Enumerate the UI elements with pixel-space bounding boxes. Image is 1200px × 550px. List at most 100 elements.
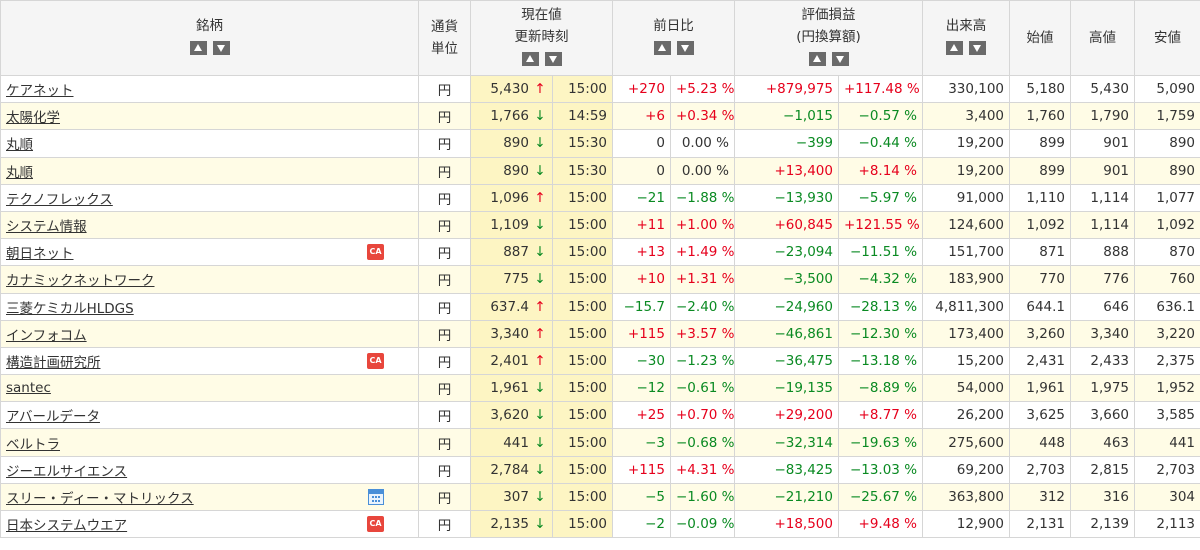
- table-row: 丸順円 890 ↓ 15:30 0 0.00 % +13,400 +8.14 % 19,200 8…: [0, 156, 1200, 185]
- profit-loss-percent-cell: −0.57 %: [837, 102, 924, 131]
- change-percent-cell: +5.23 %: [670, 74, 735, 104]
- stock-name-link[interactable]: アバールデータ: [6, 409, 100, 425]
- sort-desc-button[interactable]: [969, 40, 987, 55]
- arrow-up-icon: ↑: [534, 352, 546, 369]
- stock-name-cell: インフォコム: [0, 319, 419, 348]
- change-cell: +25: [612, 401, 671, 430]
- stock-name-link[interactable]: 朝日ネット: [6, 246, 74, 262]
- arrow-up-icon: ↑: [534, 298, 546, 315]
- high-cell: 776: [1070, 265, 1136, 294]
- change-cell: +115: [612, 319, 671, 348]
- high-cell: 5,430: [1070, 74, 1136, 104]
- update-time-cell: 15:00: [552, 319, 613, 348]
- profit-loss-percent-cell: −0.44 %: [837, 129, 924, 158]
- volume-cell: 275,600: [922, 428, 1011, 457]
- stock-name-link[interactable]: 三菱ケミカルHLDGS: [6, 301, 134, 317]
- change-cell: 0: [612, 156, 671, 185]
- open-cell: 2,131: [1009, 509, 1072, 539]
- update-time-cell: 15:00: [552, 238, 613, 267]
- profit-loss-percent-cell: −19.63 %: [837, 428, 924, 457]
- update-time-cell: 15:00: [552, 509, 613, 539]
- stock-name-link[interactable]: カナミックネットワーク: [6, 273, 155, 289]
- change-cell: −12: [612, 374, 671, 403]
- stock-name-link[interactable]: ジーエルサイエンス: [6, 464, 127, 480]
- stock-name-cell: ケアネット: [0, 74, 419, 104]
- header-volume: 出来高: [922, 0, 1011, 76]
- header-high: 高値: [1070, 0, 1136, 76]
- low-cell: 636.1: [1134, 292, 1200, 321]
- low-cell: 1,092: [1134, 210, 1200, 240]
- volume-cell: 26,200: [922, 401, 1011, 430]
- corporate-action-icon[interactable]: CA: [367, 244, 384, 261]
- price-cell: 307 ↓: [470, 482, 553, 512]
- sort-desc-button[interactable]: [676, 40, 694, 55]
- arrow-down-icon: ↓: [534, 434, 546, 451]
- profit-loss-cell: −1,015: [734, 102, 839, 131]
- table-row: 朝日ネット CA 円 887 ↓ 15:00 +13 +1.49 % −23,094 −11.51…: [0, 238, 1200, 267]
- high-cell: 463: [1070, 428, 1136, 457]
- calendar-icon[interactable]: [368, 488, 384, 505]
- corporate-action-icon[interactable]: CA: [367, 352, 384, 369]
- update-time-cell: 15:00: [552, 455, 613, 484]
- volume-cell: 151,700: [922, 238, 1011, 267]
- stock-name-cell: スリー・ディー・マトリックス: [0, 482, 419, 512]
- table-row: ベルトラ 円 441 ↓ 15:00 −3 −0.68 % −32,314 −19.63 % 27…: [0, 428, 1200, 457]
- price-value: 2,401: [490, 352, 529, 369]
- stock-name-link[interactable]: ケアネット: [6, 83, 74, 99]
- change-cell: +6: [612, 102, 671, 131]
- low-cell: 890: [1134, 129, 1200, 158]
- open-cell: 1,760: [1009, 102, 1072, 131]
- stock-name-cell: 三菱ケミカルHLDGS: [0, 292, 419, 321]
- update-time-cell: 15:00: [552, 210, 613, 240]
- update-time-cell: 15:00: [552, 183, 613, 212]
- volume-cell: 3,400: [922, 102, 1011, 131]
- volume-cell: 173,400: [922, 319, 1011, 348]
- low-cell: 304: [1134, 482, 1200, 512]
- stock-name-link[interactable]: ベルトラ: [6, 437, 60, 453]
- sort-desc-button[interactable]: [831, 51, 849, 66]
- high-cell: 646: [1070, 292, 1136, 321]
- open-cell: 899: [1009, 156, 1072, 185]
- sort-controls-change: [653, 40, 694, 55]
- profit-loss-percent-cell: −8.89 %: [837, 374, 924, 403]
- table-row: 構造計画研究所 CA 円 2,401 ↑ 15:00 −30 −1.23 % −36,475 −1…: [0, 346, 1200, 376]
- stock-name-link[interactable]: 構造計画研究所: [6, 355, 101, 371]
- corporate-action-icon[interactable]: CA: [367, 516, 384, 532]
- open-cell: 2,703: [1009, 455, 1072, 484]
- sort-asc-button[interactable]: [189, 40, 207, 55]
- stock-name-link[interactable]: 丸順: [6, 165, 33, 181]
- stock-name-link[interactable]: テクノフレックス: [6, 192, 113, 208]
- arrow-down-icon: ↓: [534, 108, 546, 125]
- price-value: 5,430: [490, 81, 529, 98]
- sort-asc-button[interactable]: [653, 40, 671, 55]
- stock-name-cell: テクノフレックス: [0, 183, 419, 212]
- sort-desc-button[interactable]: [544, 51, 562, 66]
- sort-desc-button[interactable]: [212, 40, 230, 55]
- update-time-cell: 15:30: [552, 156, 613, 185]
- update-time-cell: 15:00: [552, 74, 613, 104]
- currency-cell: 円: [418, 292, 471, 321]
- stock-name-link[interactable]: インフォコム: [6, 328, 87, 344]
- change-cell: −21: [612, 183, 671, 212]
- stock-name-link[interactable]: santec: [6, 380, 51, 396]
- table-row: スリー・ディー・マトリックス 円 307 ↓ 15:00 −5 −1.60 % −21,210…: [0, 482, 1200, 512]
- stock-name-link[interactable]: 丸順: [6, 137, 33, 153]
- open-cell: 871: [1009, 238, 1072, 267]
- low-cell: 890: [1134, 156, 1200, 185]
- profit-loss-cell: −19,135: [734, 374, 839, 403]
- sort-asc-button[interactable]: [808, 51, 826, 66]
- stock-name-link[interactable]: 日本システムウエア: [6, 518, 127, 534]
- sort-asc-button[interactable]: [946, 40, 964, 55]
- high-cell: 1,975: [1070, 374, 1136, 403]
- price-cell: 775 ↓: [470, 265, 553, 294]
- stock-name-link[interactable]: システム情報: [6, 219, 87, 235]
- change-cell: +13: [612, 238, 671, 267]
- stock-name-cell: アバールデータ: [0, 401, 419, 430]
- update-time-cell: 15:00: [552, 292, 613, 321]
- change-cell: +11: [612, 210, 671, 240]
- stock-name-link[interactable]: 太陽化学: [6, 110, 60, 126]
- stock-name-link[interactable]: スリー・ディー・マトリックス: [6, 491, 194, 507]
- price-cell: 1,766 ↓: [470, 102, 553, 131]
- profit-loss-percent-cell: −12.30 %: [837, 319, 924, 348]
- sort-asc-button[interactable]: [521, 51, 539, 66]
